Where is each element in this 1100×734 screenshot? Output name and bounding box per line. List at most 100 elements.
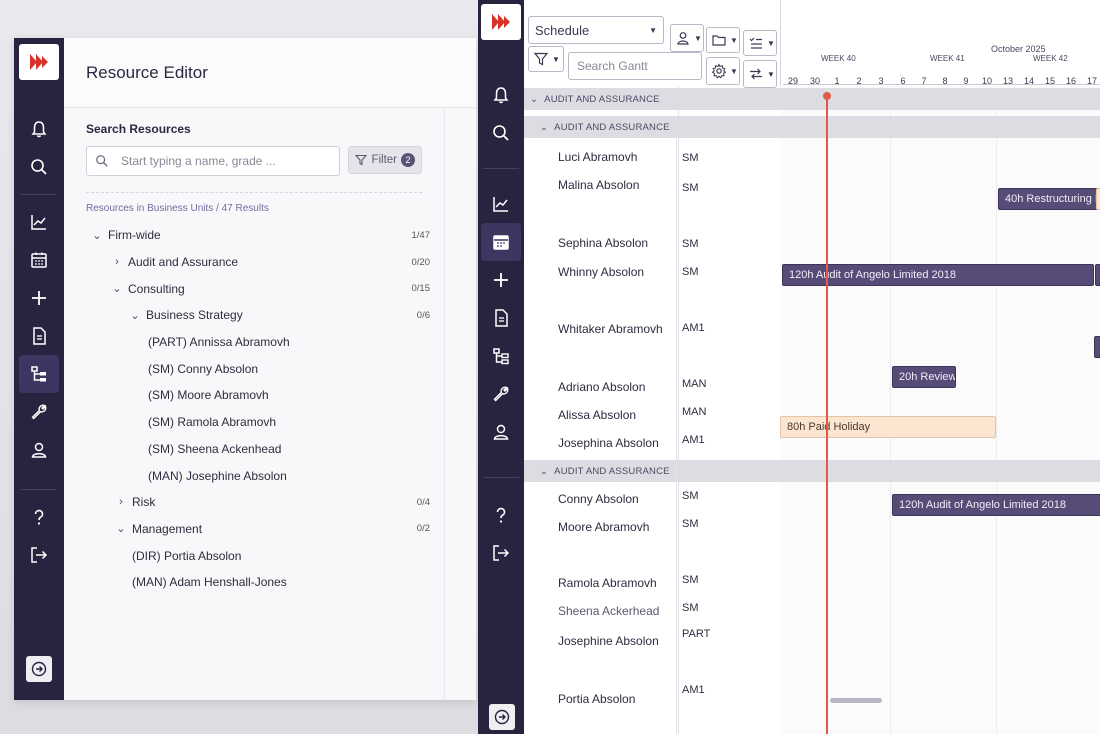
booking-bar[interactable]: 20h Review xyxy=(892,366,956,388)
booking-bar[interactable]: 40h Restructuring H xyxy=(998,188,1100,210)
logo-icon xyxy=(492,14,510,30)
gantt-filter-button[interactable]: ▼ xyxy=(528,46,564,72)
tree-leaf-resource[interactable]: (SM) Moore Abramovh xyxy=(86,382,422,409)
resource-name[interactable]: Whinny Absolon xyxy=(558,265,644,279)
tree-leaf-resource[interactable]: (SM) Conny Absolon xyxy=(86,355,422,382)
tree-node-risk[interactable]: › Risk 0/4 xyxy=(86,489,430,516)
nav-tools[interactable] xyxy=(19,393,59,431)
resource-name[interactable]: Moore Abramovh xyxy=(558,520,649,534)
nav-documents[interactable] xyxy=(481,299,521,337)
results-label: Resources in Business Units / 47 Results xyxy=(86,203,269,214)
booking-bar-edge[interactable] xyxy=(1095,264,1100,286)
people-filter-button[interactable]: ▼ xyxy=(670,24,704,52)
settings-button[interactable]: ▼ xyxy=(706,57,740,85)
nav-help[interactable] xyxy=(481,496,521,534)
gantt-chart-area[interactable] xyxy=(780,86,1100,734)
group-row[interactable]: ⌄ AUDIT AND ASSURANCE xyxy=(524,88,1100,110)
view-select-value: Schedule xyxy=(535,22,590,38)
folder-button[interactable]: ▼ xyxy=(706,27,740,53)
left-sidebar xyxy=(14,38,64,700)
nav-add[interactable] xyxy=(481,261,521,299)
nav-notifications[interactable] xyxy=(481,76,521,114)
app-logo[interactable] xyxy=(481,4,521,40)
gantt-search-input[interactable]: Search Gantt xyxy=(568,52,702,80)
resource-name[interactable]: Portia Absolon xyxy=(558,692,635,706)
resource-name[interactable]: Sheena Ackerhead xyxy=(558,604,659,618)
booking-bar[interactable]: 120h Audit of Angelo Limited 2018 xyxy=(892,494,1100,516)
nav-profile[interactable] xyxy=(19,431,59,469)
node-count: 0/6 xyxy=(416,309,430,321)
resource-search-input[interactable]: Start typing a name, grade ... xyxy=(86,146,341,176)
nav-logout[interactable] xyxy=(19,536,59,574)
tree-leaf-resource[interactable]: (SM) Sheena Ackenhead xyxy=(86,436,422,463)
resource-name[interactable]: Josephina Absolon xyxy=(558,436,659,450)
document-icon xyxy=(495,309,508,327)
wrench-icon xyxy=(31,404,47,420)
nav-resources[interactable] xyxy=(19,355,59,393)
resource-grade: SM xyxy=(682,266,699,278)
document-icon xyxy=(33,327,46,345)
search-placeholder: Start typing a name, grade ... xyxy=(121,154,276,168)
resource-name[interactable]: Malina Absolon xyxy=(558,178,639,192)
app-logo[interactable] xyxy=(19,44,59,80)
booking-bar-edge[interactable] xyxy=(1094,336,1100,358)
nav-profile[interactable] xyxy=(481,413,521,451)
resource-name[interactable]: Alissa Absolon xyxy=(558,408,636,422)
view-select[interactable]: Schedule ▼ xyxy=(528,16,664,44)
nav-notifications[interactable] xyxy=(19,110,59,148)
resource-name[interactable]: Luci Abramovh xyxy=(558,150,637,164)
booking-bar-edge[interactable] xyxy=(1096,188,1100,210)
node-count: 0/4 xyxy=(416,496,430,508)
swap-button[interactable]: ▼ xyxy=(743,60,777,88)
caret-down-icon: ▼ xyxy=(694,33,702,43)
nav-resources[interactable] xyxy=(481,337,521,375)
nav-calendar[interactable] xyxy=(481,223,521,261)
resource-name[interactable]: Adriano Absolon xyxy=(558,380,645,394)
filter-button[interactable]: Filter 2 xyxy=(348,146,422,174)
chart-icon xyxy=(493,197,508,212)
nav-logout[interactable] xyxy=(481,534,521,572)
search-title: Search Resources xyxy=(86,122,191,136)
resource-name[interactable]: Sephina Absolon xyxy=(558,236,648,250)
nav-calendar[interactable] xyxy=(19,241,59,279)
tree-leaf-resource[interactable]: (SM) Ramola Abramovh xyxy=(86,409,422,436)
resource-grade: SM xyxy=(682,238,699,250)
nav-add[interactable] xyxy=(19,279,59,317)
tree-leaf-resource[interactable]: (PART) Annissa Abramovh xyxy=(86,329,422,356)
nav-analytics[interactable] xyxy=(19,203,59,241)
expand-sidebar-button[interactable] xyxy=(26,656,52,682)
bell-icon xyxy=(493,87,509,104)
resource-name[interactable]: Whitaker Abramovh xyxy=(558,322,663,336)
tree-node-firm-wide[interactable]: ⌄ Firm-wide 1/47 xyxy=(86,222,430,249)
booking-bar[interactable]: 80h Paid Holiday xyxy=(780,416,996,438)
user-icon xyxy=(677,32,689,45)
group-row[interactable]: ⌄ AUDIT AND ASSURANCE xyxy=(524,116,1100,138)
group-row[interactable]: ⌄ AUDIT AND ASSURANCE xyxy=(524,460,1100,482)
nav-search[interactable] xyxy=(481,114,521,152)
nav-tools[interactable] xyxy=(481,375,521,413)
resource-name[interactable]: Josephine Absolon xyxy=(558,634,659,648)
tree-leaf-resource[interactable]: (DIR) Portia Absolon xyxy=(86,542,422,569)
caret-down-icon: ▼ xyxy=(767,69,775,79)
resource-name[interactable]: Ramola Abramovh xyxy=(558,576,657,590)
nav-documents[interactable] xyxy=(19,317,59,355)
tree-node-consulting[interactable]: ⌄ Consulting 0/15 xyxy=(86,275,430,302)
week-label: WEEK 41 xyxy=(930,54,965,63)
nav-analytics[interactable] xyxy=(481,185,521,223)
resource-name[interactable]: Conny Absolon xyxy=(558,492,639,506)
tree-node-audit[interactable]: › Audit and Assurance 0/20 xyxy=(86,249,430,276)
resource-grade: MAN xyxy=(682,378,707,390)
nav-help[interactable] xyxy=(19,498,59,536)
nav-search[interactable] xyxy=(19,148,59,186)
horizontal-scrollbar[interactable] xyxy=(830,698,882,703)
tree-leaf-resource[interactable]: (MAN) Josephine Absolon xyxy=(86,462,422,489)
expand-sidebar-button[interactable] xyxy=(489,704,515,730)
tree-node-management[interactable]: ⌄ Management 0/2 xyxy=(86,516,430,543)
user-icon xyxy=(493,424,509,440)
tree-node-business-strategy[interactable]: ⌄ Business Strategy 0/6 xyxy=(86,302,430,329)
booking-bar[interactable]: 120h Audit of Angelo Limited 2018 xyxy=(782,264,1094,286)
logout-icon xyxy=(493,545,510,561)
chevron-down-icon: ⌄ xyxy=(116,523,126,536)
list-options-button[interactable]: ▼ xyxy=(743,30,777,56)
tree-leaf-resource[interactable]: (MAN) Adam Henshall-Jones xyxy=(86,569,422,596)
